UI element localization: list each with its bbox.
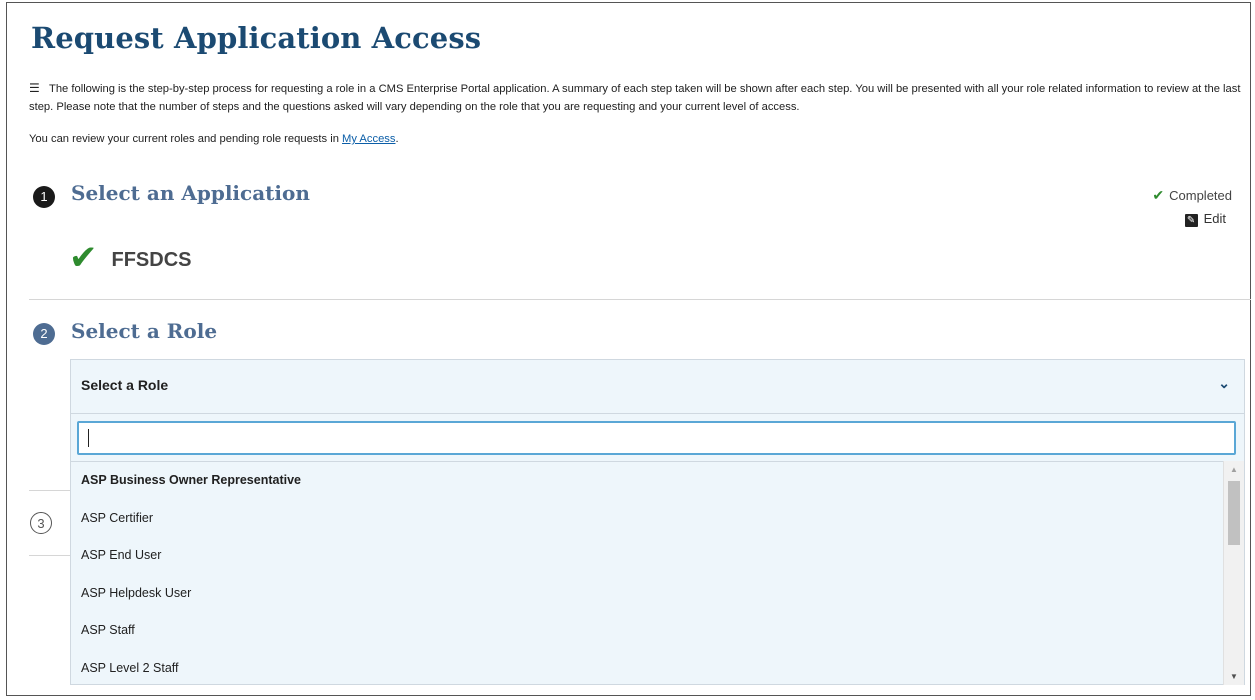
step-1-number: 1	[33, 186, 55, 208]
role-option[interactable]: ASP Helpdesk User	[71, 575, 1223, 613]
role-dropdown-toggle[interactable]: Select a Role ⌄	[71, 360, 1244, 414]
role-option[interactable]: ASP End User	[71, 537, 1223, 575]
step-1-status-text: Completed	[1169, 188, 1232, 203]
intro-text: The following is the step-by-step proces…	[29, 83, 1241, 113]
review-end: .	[395, 133, 399, 145]
step-1-title: Select an Application	[71, 181, 310, 205]
scrollbar-thumb[interactable]	[1228, 481, 1240, 545]
selected-application: ✔ FFSDCS	[69, 241, 192, 275]
role-search-input[interactable]	[79, 423, 1234, 453]
divider	[29, 490, 71, 491]
review-paragraph: You can review your current roles and pe…	[29, 133, 399, 145]
my-access-link[interactable]: My Access	[342, 133, 395, 145]
edit-label: Edit	[1203, 211, 1226, 226]
list-icon: ☰	[29, 81, 40, 95]
role-search-field[interactable]	[77, 421, 1236, 455]
page-title: Request Application Access	[31, 21, 482, 55]
chevron-down-icon: ⌄	[1218, 375, 1230, 391]
step-2-title: Select a Role	[71, 319, 218, 343]
step-1-edit-button[interactable]: ✎ Edit	[1184, 211, 1226, 227]
step-1-status: ✔ Completed	[1152, 187, 1232, 204]
step-2-number: 2	[33, 323, 55, 345]
divider	[29, 299, 1251, 300]
scroll-up-arrow-icon[interactable]: ▲	[1230, 465, 1238, 474]
options-scrollbar[interactable]: ▲ ▼	[1223, 461, 1244, 685]
review-text: You can review your current roles and pe…	[29, 133, 343, 145]
role-option[interactable]: ASP Business Owner Representative	[71, 462, 1223, 500]
role-option[interactable]: ASP Staff	[71, 612, 1223, 650]
role-option[interactable]: ASP Level 2 Staff	[71, 650, 1223, 688]
divider	[29, 555, 71, 556]
step-3-number: 3	[30, 512, 52, 534]
check-icon: ✔	[69, 239, 98, 277]
role-dropdown: Select a Role ⌄ ASP Business Owner Repre…	[70, 359, 1245, 685]
intro-paragraph: ☰ The following is the step-by-step proce…	[29, 79, 1249, 116]
role-dropdown-label: Select a Role	[81, 377, 169, 393]
scroll-down-arrow-icon[interactable]: ▼	[1230, 672, 1238, 681]
page-frame: Request Application Access ☰ The followin…	[6, 2, 1251, 696]
edit-icon: ✎	[1184, 214, 1198, 227]
check-icon: ✔	[1152, 187, 1165, 203]
selected-application-name: FFSDCS	[111, 248, 192, 271]
role-option[interactable]: ASP Certifier	[71, 500, 1223, 538]
role-options-list: ASP Business Owner Representative ASP Ce…	[71, 461, 1223, 685]
text-caret	[88, 429, 89, 447]
